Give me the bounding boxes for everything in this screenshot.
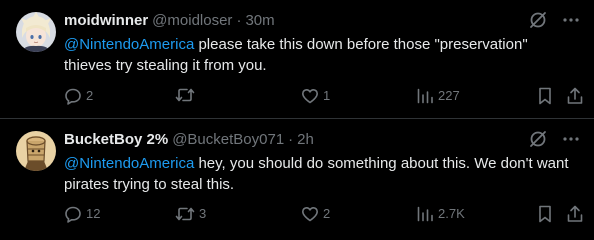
bookmark-button[interactable] [536, 204, 554, 224]
more-icon[interactable] [562, 11, 580, 29]
tweet[interactable]: moidwinner @moidloser · 30m @NintendoAme… [0, 0, 594, 118]
more-icon[interactable] [562, 130, 580, 148]
repost-icon [175, 86, 195, 104]
views-button[interactable]: 227 [416, 86, 460, 106]
repost-button[interactable] [175, 86, 199, 104]
like-button[interactable]: 2 [301, 204, 330, 224]
bookmark-icon [536, 86, 554, 106]
like-button[interactable]: 1 [301, 86, 330, 106]
separator-dot: · [288, 131, 294, 148]
like-count: 2 [323, 206, 331, 221]
reply-button[interactable]: 2 [64, 86, 93, 106]
action-bar: 2 1 227 [64, 86, 584, 106]
mention-link[interactable]: @NintendoAmerica [64, 155, 194, 172]
share-button[interactable] [566, 86, 584, 106]
action-bar: 12 3 2 2.7K [64, 204, 584, 224]
reply-count: 12 [86, 206, 101, 221]
separator-dot: · [236, 12, 242, 29]
grok-icon[interactable] [528, 10, 548, 30]
timestamp[interactable]: 30m [245, 11, 274, 31]
repost-button[interactable]: 3 [175, 204, 206, 224]
mention-link[interactable]: @NintendoAmerica [64, 36, 194, 53]
share-icon [566, 204, 584, 224]
repost-count: 3 [199, 206, 207, 221]
like-count: 1 [323, 88, 331, 103]
bookmark-icon [536, 204, 554, 224]
display-name[interactable]: BucketBoy 2% [64, 130, 168, 150]
user-handle[interactable]: @BucketBoy071 [172, 130, 284, 150]
avatar[interactable] [16, 131, 56, 171]
grok-icon[interactable] [528, 129, 548, 149]
share-button[interactable] [566, 204, 584, 224]
like-icon [301, 87, 319, 105]
display-name[interactable]: moidwinner [64, 11, 148, 31]
tweet-text: @NintendoAmerica hey, you should do some… [64, 153, 574, 195]
reply-icon [64, 87, 82, 105]
views-count: 2.7K [438, 206, 465, 221]
views-icon [416, 205, 434, 223]
user-handle[interactable]: @moidloser [152, 11, 232, 31]
views-count: 227 [438, 88, 460, 103]
timestamp[interactable]: 2h [297, 130, 314, 150]
tweet-text: @NintendoAmerica please take this down b… [64, 34, 574, 76]
reply-button[interactable]: 12 [64, 204, 100, 224]
avatar[interactable] [16, 12, 56, 52]
repost-icon [175, 205, 195, 223]
reply-icon [64, 205, 82, 223]
bookmark-button[interactable] [536, 86, 554, 106]
share-icon [566, 86, 584, 106]
views-button[interactable]: 2.7K [416, 204, 465, 224]
tweet[interactable]: BucketBoy 2% @BucketBoy071 · 2h @Nintend… [0, 119, 594, 240]
views-icon [416, 87, 434, 105]
like-icon [301, 205, 319, 223]
reply-count: 2 [86, 88, 94, 103]
